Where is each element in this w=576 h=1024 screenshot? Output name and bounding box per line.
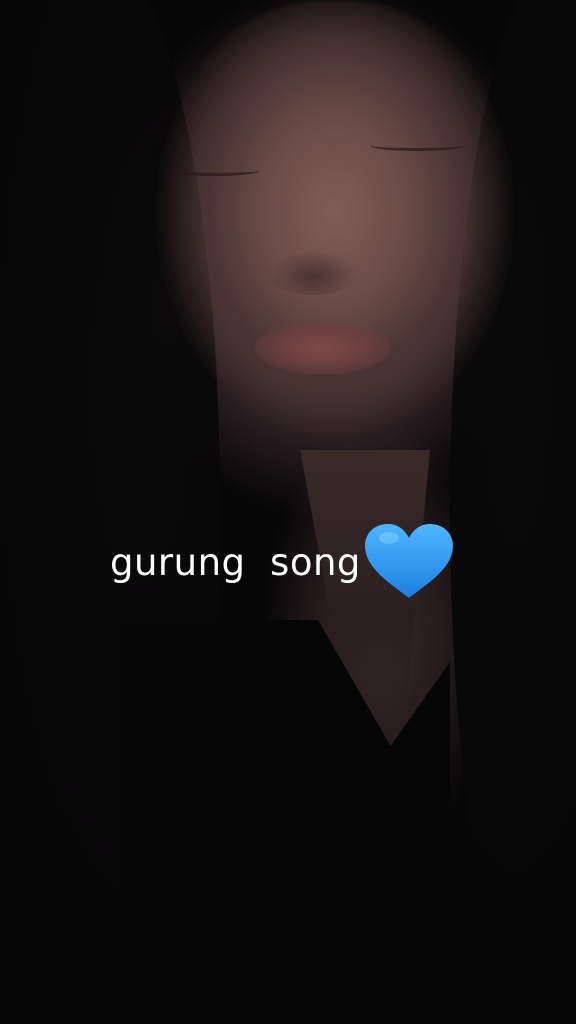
right-eye (370, 140, 465, 151)
video-frame: gurung song (0, 0, 576, 1024)
caption: gurung song (110, 522, 457, 602)
face (140, 0, 530, 470)
blue-heart-icon (364, 524, 453, 598)
lips (255, 320, 390, 375)
caption-text: gurung song (110, 540, 361, 584)
left-eye (170, 165, 260, 176)
nose (268, 250, 358, 295)
